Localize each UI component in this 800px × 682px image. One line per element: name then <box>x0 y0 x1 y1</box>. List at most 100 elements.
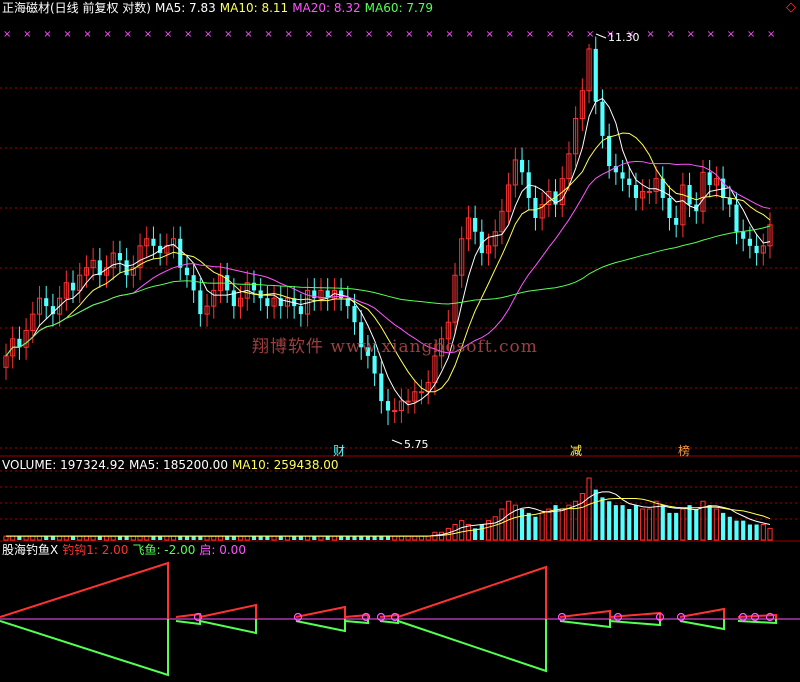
volume-bar <box>713 508 719 541</box>
volume-bar <box>365 536 370 540</box>
candle-body <box>607 135 612 167</box>
high-label: 11.30 <box>608 31 640 44</box>
candle-body <box>298 306 303 315</box>
volume-bar <box>83 535 89 541</box>
volume-bar <box>191 536 196 540</box>
signal-marker: × <box>465 29 473 40</box>
volume-bar <box>633 505 639 540</box>
signal-marker: × <box>244 29 252 40</box>
indicator-gou-line <box>199 603 257 619</box>
volume-bar <box>593 489 598 540</box>
volume-bar <box>539 512 545 541</box>
volume-bar <box>77 535 83 541</box>
volume-bar <box>660 505 665 540</box>
signal-marker: × <box>405 29 413 40</box>
indicator-fei: 飞鱼: -2.00 <box>132 543 196 557</box>
volume-bar <box>17 536 22 540</box>
candle-body <box>741 231 746 239</box>
ma10-value: MA10: 8.11 <box>219 1 289 15</box>
price-header: 正海磁材(日线 前复权 对数) MA5: 7.83 MA10: 8.11 MA20: … <box>2 1 437 15</box>
indicator-fei-line <box>295 619 346 633</box>
volume-bar <box>459 520 465 541</box>
indicator-header: 股海钓鱼X 钓钩1: 2.00 飞鱼: -2.00 启: 0.00 <box>2 543 250 557</box>
volume-bar <box>526 512 531 540</box>
signal-marker: × <box>305 29 313 40</box>
volume-bar <box>170 535 177 541</box>
signal-marker: × <box>767 29 775 40</box>
candle-body <box>473 217 478 232</box>
volume-bar <box>754 524 759 540</box>
volume-bar <box>613 505 618 540</box>
volume-bar <box>44 536 49 540</box>
signal-marker: × <box>104 29 112 40</box>
volume-bar <box>278 536 283 540</box>
candle-body <box>405 400 411 403</box>
volume-bar <box>747 524 752 540</box>
signal-marker: × <box>546 29 554 40</box>
volume-bar <box>667 512 672 540</box>
signal-marker: × <box>526 29 534 40</box>
ma60-value: MA60: 7.79 <box>364 1 434 15</box>
candle-body <box>687 184 692 205</box>
volume-bar <box>352 536 357 540</box>
volume-bar <box>405 535 411 541</box>
signal-marker: × <box>566 29 574 40</box>
volume-bar <box>97 536 102 540</box>
volume-bar <box>372 536 377 540</box>
volume-bar <box>398 535 404 541</box>
candle-body <box>184 267 190 276</box>
indicator-gou-line <box>679 607 725 619</box>
volume-bar <box>151 536 156 540</box>
signal-marker: × <box>707 29 715 40</box>
candle-body <box>265 298 270 307</box>
signal-marker: × <box>184 29 192 40</box>
indicator-fei-line <box>0 619 169 677</box>
indicator-gou: 钓钩1: 2.00 <box>62 543 129 557</box>
signal-marker: × <box>43 29 51 40</box>
volume-bar <box>452 524 458 541</box>
volume-bar <box>418 535 425 541</box>
indicator-gou-line <box>344 613 369 619</box>
volume-bar <box>439 531 445 541</box>
signal-marker: × <box>646 29 654 40</box>
candle-body <box>754 245 759 254</box>
volume-bar <box>198 536 203 540</box>
volume-bar <box>251 536 257 540</box>
signal-marker: × <box>425 29 433 40</box>
low-label: 5.75 <box>404 438 429 451</box>
volume-bar <box>90 535 96 541</box>
volume-bar <box>694 509 699 540</box>
signal-marker: × <box>687 29 695 40</box>
candle-body <box>385 401 391 411</box>
event-cai[interactable]: 财 <box>333 442 345 459</box>
signal-marker: × <box>63 29 71 40</box>
volume-bar <box>721 512 726 540</box>
indicator-fei-line <box>397 619 547 673</box>
indicator-fei-line <box>559 619 611 629</box>
volume-bar <box>546 508 552 541</box>
volume-bar <box>707 505 712 540</box>
volume-bar <box>412 535 418 541</box>
event-jian[interactable]: 减 <box>570 442 582 459</box>
diamond-icon[interactable]: ◇ <box>786 0 796 15</box>
volume-ma5-line <box>6 491 771 537</box>
signal-marker: × <box>204 29 212 40</box>
volume-bar <box>298 536 303 540</box>
candle-body <box>727 197 732 205</box>
candle-body <box>734 204 739 232</box>
volume-bar <box>607 501 612 540</box>
candle-body <box>633 184 639 198</box>
volume-bar <box>137 535 143 541</box>
volume-bar <box>385 536 391 540</box>
volume-bar <box>3 535 9 541</box>
volume-bar <box>117 536 123 540</box>
indicator-gou-line <box>175 612 201 619</box>
volume-bar <box>331 535 337 541</box>
candle-body <box>418 391 425 394</box>
volume-bar <box>674 512 679 540</box>
event-bang[interactable]: 榜 <box>678 442 690 459</box>
volume-bar <box>305 535 311 541</box>
volume-bar <box>292 536 297 540</box>
volume-bar <box>392 535 398 541</box>
signal-marker: × <box>365 29 373 40</box>
